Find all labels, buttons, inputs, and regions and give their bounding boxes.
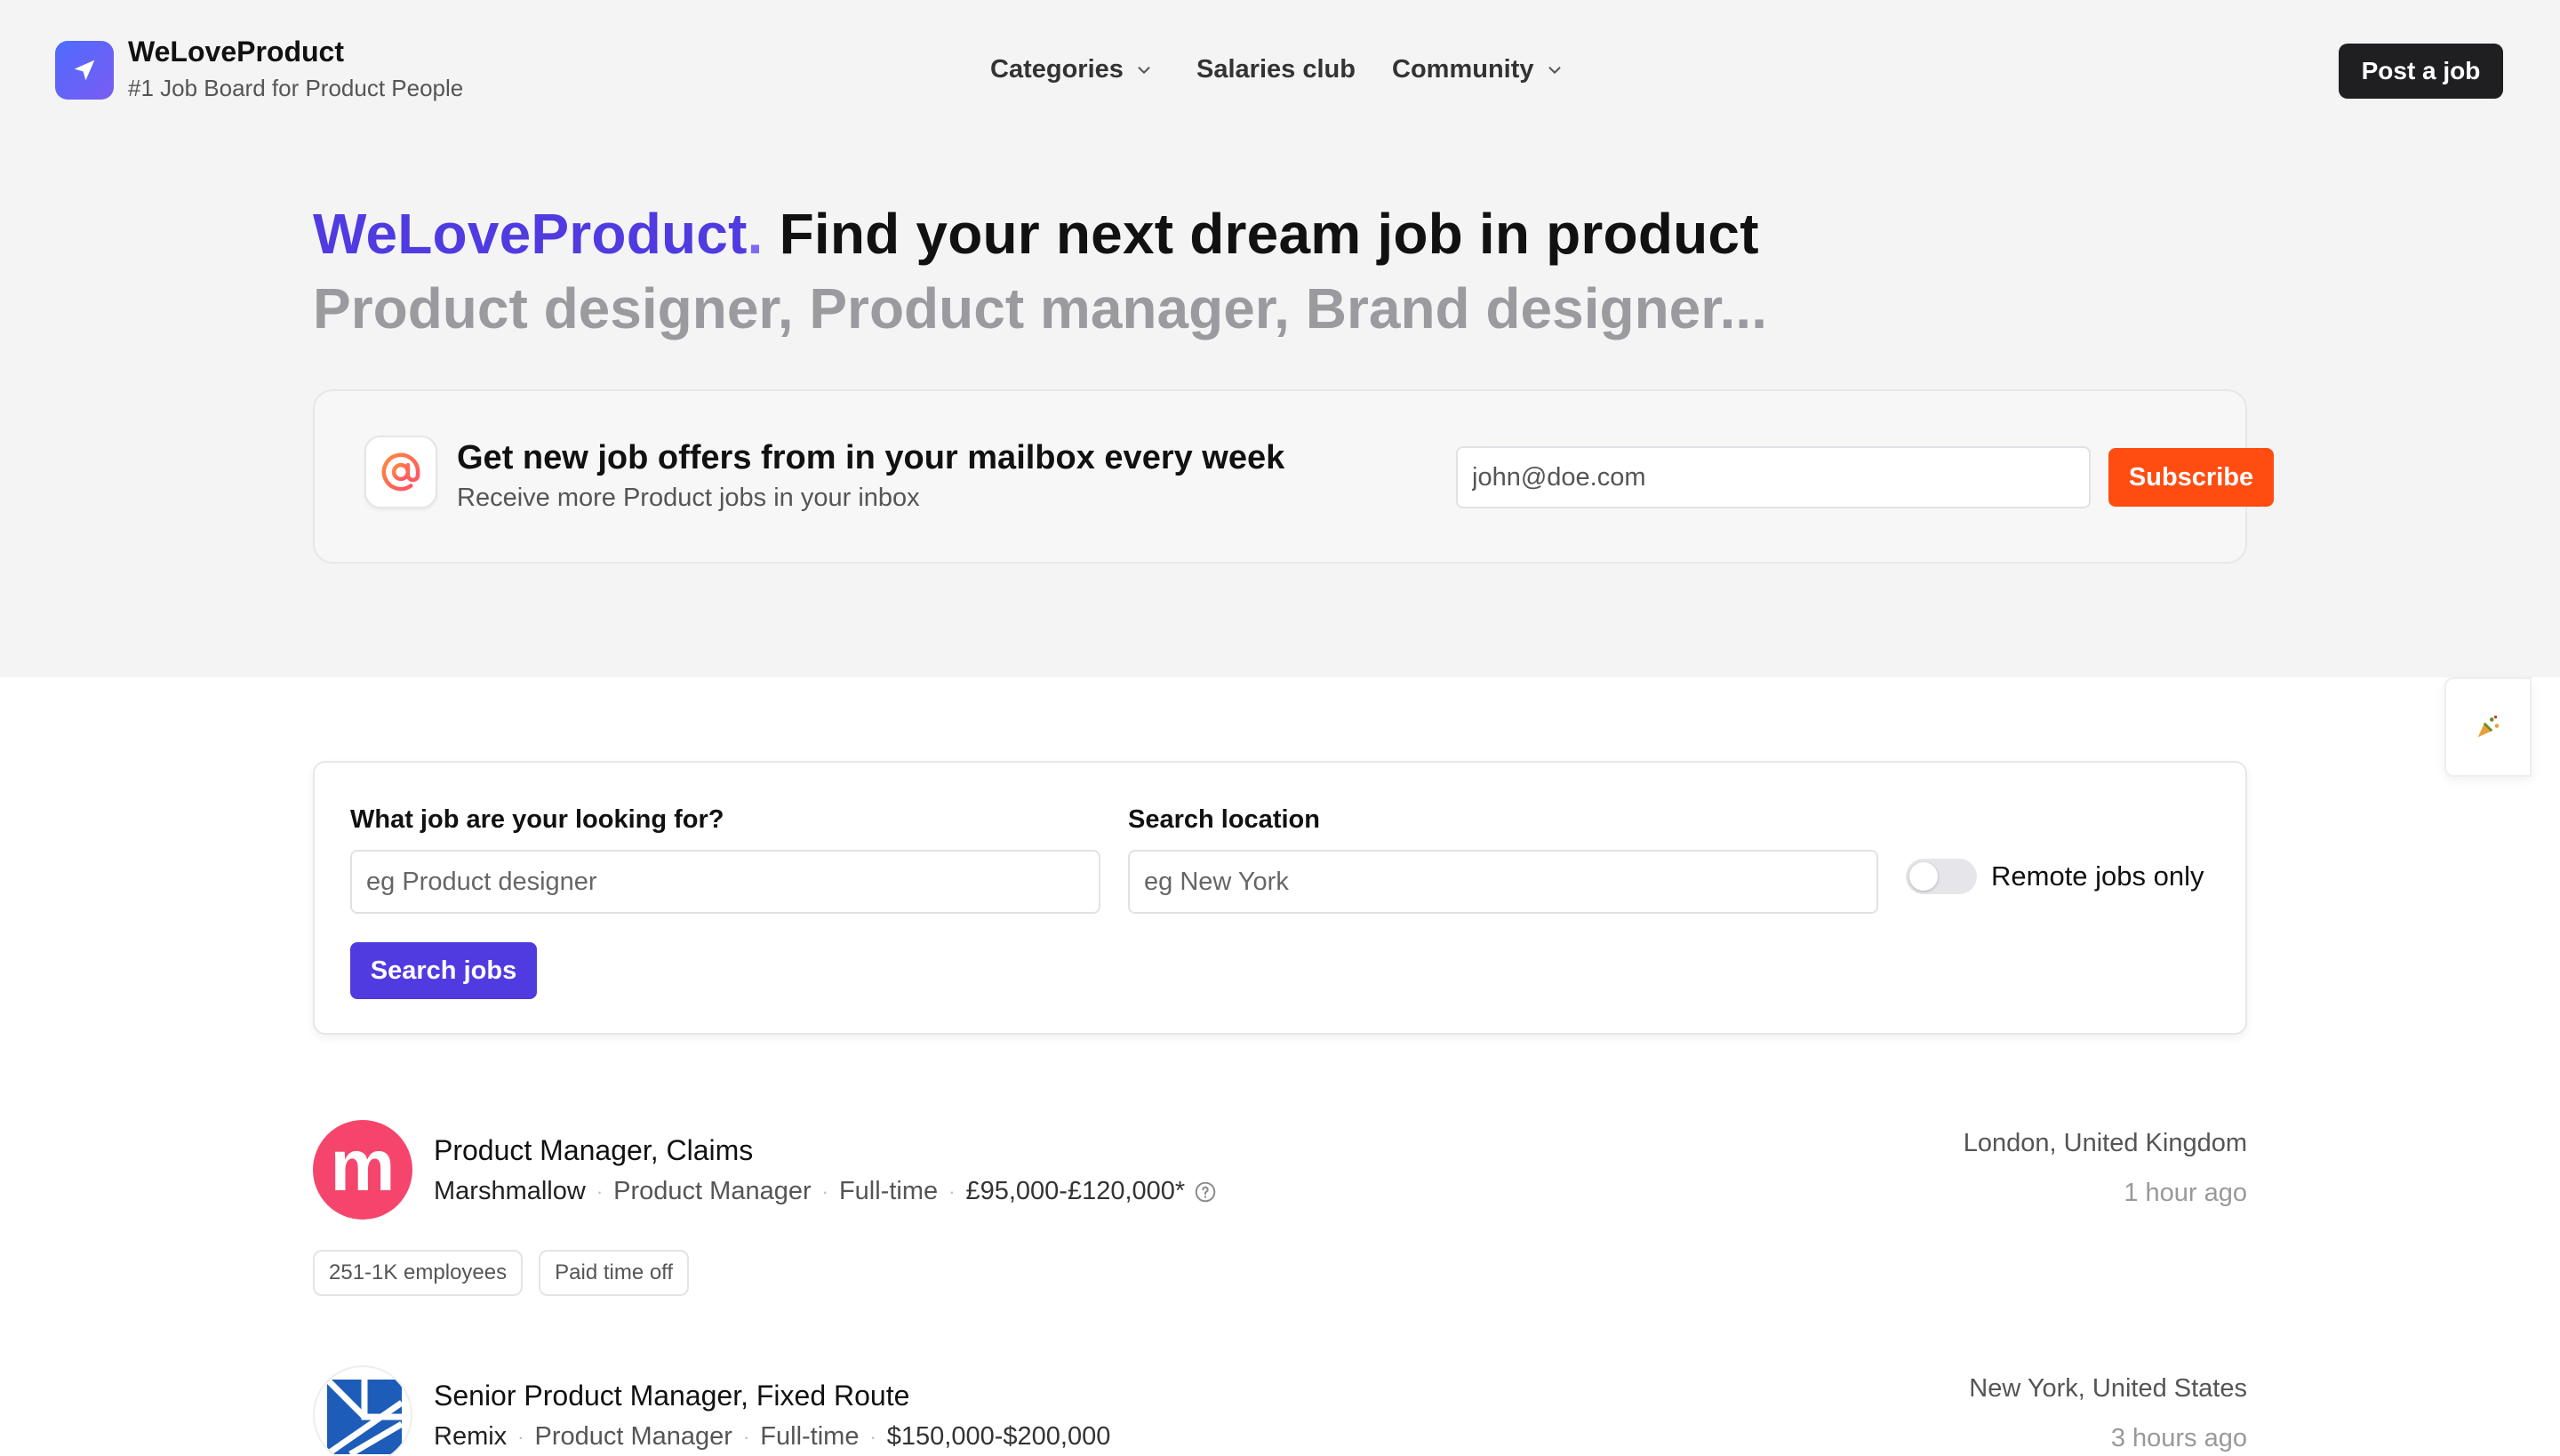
side-widget[interactable] bbox=[2444, 677, 2532, 777]
meta-separator: · bbox=[948, 1180, 956, 1203]
site-header: WeLoveProduct #1 Job Board for Product P… bbox=[0, 0, 2560, 142]
remote-only-toggle[interactable] bbox=[1906, 859, 1977, 894]
company-logo-letter: m bbox=[330, 1125, 396, 1206]
job-listing[interactable]: m Product Manager, Claims Marshmallow · … bbox=[313, 1120, 2247, 1298]
job-meta: Marshmallow · Product Manager · Full-tim… bbox=[434, 1177, 1217, 1206]
location-search-input[interactable] bbox=[1128, 850, 1878, 914]
newsletter-title: Get new job offers from in your mailbox … bbox=[457, 439, 1285, 476]
main-nav: Categories Salaries club Community bbox=[0, 55, 2560, 91]
newsletter-card: Get new job offers from in your mailbox … bbox=[313, 389, 2274, 564]
job-listing[interactable]: Senior Product Manager, Fixed Route Remi… bbox=[313, 1365, 2247, 1456]
email-input[interactable] bbox=[1456, 446, 2091, 508]
hero-headline: WeLoveProduct. Find your next dream job … bbox=[313, 201, 1759, 267]
job-posted-time: 1 hour ago bbox=[2124, 1179, 2247, 1207]
job-location: London, United Kingdom bbox=[1963, 1129, 2247, 1157]
job-company[interactable]: Marshmallow bbox=[434, 1177, 586, 1206]
hero-subline: Product designer, Product manager, Brand… bbox=[313, 276, 1767, 340]
nav-categories[interactable]: Categories bbox=[990, 55, 1154, 84]
job-title[interactable]: Product Manager, Claims bbox=[434, 1134, 753, 1167]
job-location: New York, United States bbox=[1969, 1374, 2247, 1403]
search-jobs-button[interactable]: Search jobs bbox=[350, 942, 537, 999]
job-type: Full-time bbox=[838, 1177, 939, 1205]
meta-separator: · bbox=[517, 1425, 524, 1448]
hero-headline-text: Find your next dream job in product bbox=[763, 202, 1759, 266]
toggle-knob bbox=[1909, 862, 1938, 891]
job-type: Full-time bbox=[760, 1422, 860, 1451]
chevron-down-icon bbox=[1548, 66, 1561, 74]
job-salary: $150,000-$200,000 bbox=[886, 1422, 1111, 1451]
nav-categories-label: Categories bbox=[990, 55, 1124, 84]
party-popper-icon bbox=[2477, 715, 2500, 738]
hero-brand-dot: . bbox=[747, 202, 764, 266]
meta-separator: · bbox=[742, 1425, 750, 1448]
post-job-button[interactable]: Post a job bbox=[2339, 44, 2503, 99]
job-posted-time: 3 hours ago bbox=[2110, 1424, 2247, 1452]
chevron-down-icon bbox=[1138, 66, 1150, 74]
job-salary: £95,000-£120,000* bbox=[965, 1177, 1186, 1205]
job-search-label: What job are your looking for? bbox=[350, 805, 724, 834]
hero-brand: WeLoveProduct bbox=[313, 202, 748, 266]
job-tags: 251-1K employees Paid time off bbox=[313, 1250, 690, 1296]
job-tag[interactable]: Paid time off bbox=[539, 1250, 690, 1296]
meta-separator: · bbox=[869, 1425, 876, 1448]
company-logo-marshmallow: m bbox=[313, 1120, 412, 1220]
nav-community[interactable]: Community bbox=[1392, 55, 1564, 84]
company-logo-remix bbox=[313, 1365, 412, 1456]
nav-salaries-club[interactable]: Salaries club bbox=[1196, 55, 1356, 84]
job-company[interactable]: Remix bbox=[434, 1422, 507, 1452]
remix-logo-icon bbox=[324, 1377, 404, 1456]
remote-only-label[interactable]: Remote jobs only bbox=[1991, 860, 2204, 892]
job-meta: Remix · Product Manager · Full-time · $1… bbox=[434, 1422, 1110, 1452]
location-search-label: Search location bbox=[1128, 805, 1320, 834]
at-sign-icon bbox=[364, 436, 437, 508]
meta-separator: · bbox=[821, 1180, 828, 1203]
job-search-card: What job are your looking for? Search lo… bbox=[313, 761, 2247, 1035]
subscribe-button[interactable]: Subscribe bbox=[2108, 448, 2274, 507]
nav-community-label: Community bbox=[1392, 55, 1534, 84]
job-category: Product Manager bbox=[613, 1177, 812, 1205]
job-title[interactable]: Senior Product Manager, Fixed Route bbox=[434, 1380, 909, 1412]
question-circle-icon[interactable] bbox=[1194, 1180, 1217, 1204]
nav-salaries-label: Salaries club bbox=[1196, 55, 1356, 84]
job-search-input[interactable] bbox=[350, 850, 1100, 914]
job-category: Product Manager bbox=[534, 1422, 732, 1451]
newsletter-subtitle: Receive more Product jobs in your inbox bbox=[457, 484, 920, 512]
job-tag[interactable]: 251-1K employees bbox=[313, 1250, 524, 1296]
meta-separator: · bbox=[596, 1180, 604, 1203]
